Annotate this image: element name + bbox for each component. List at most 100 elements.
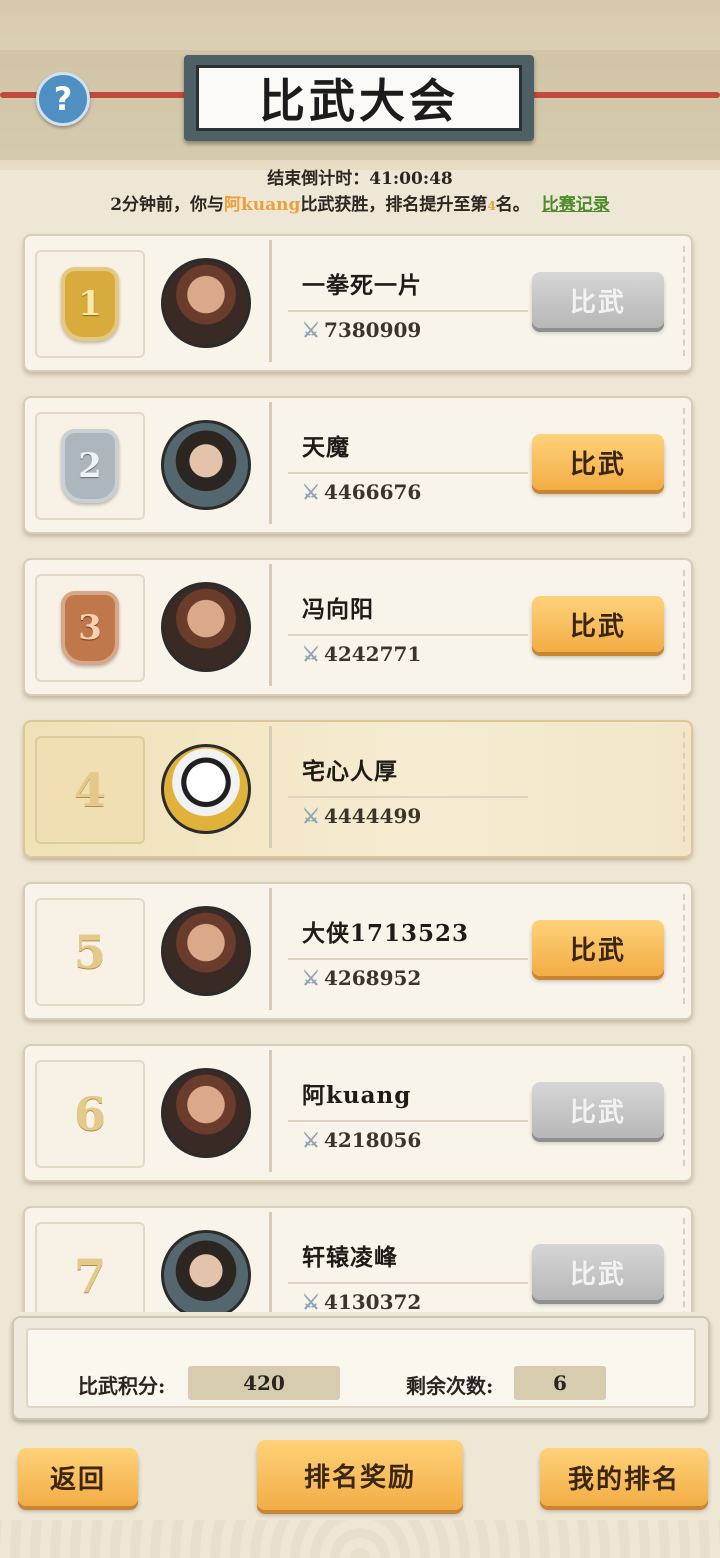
player-avatar[interactable] bbox=[161, 906, 251, 996]
question-icon: ? bbox=[53, 80, 73, 118]
remaining-value: 6 bbox=[514, 1366, 606, 1400]
notice-opponent: 阿kuang bbox=[224, 195, 301, 215]
player-info: 一拳死一片 ⚔ 7380909 比武 bbox=[269, 240, 690, 362]
help-button[interactable]: ? bbox=[36, 72, 90, 126]
ranking-row[interactable]: 6 阿kuang ⚔ 4218056 比武 bbox=[23, 1044, 693, 1182]
challenge-button[interactable]: 比武 bbox=[532, 1244, 664, 1300]
player-name: 冯向阳 bbox=[302, 596, 374, 623]
gold-medal-icon: 1 bbox=[61, 267, 119, 341]
bronze-medal-icon: 3 bbox=[61, 591, 119, 665]
player-info: 轩辕凌峰 ⚔ 4130372 比武 bbox=[269, 1212, 690, 1312]
divider bbox=[288, 958, 528, 960]
player-avatar[interactable] bbox=[161, 1068, 251, 1158]
crossed-swords-icon: ⚔ bbox=[302, 1290, 320, 1312]
title-board: 比武大会 bbox=[184, 55, 534, 141]
divider bbox=[288, 1282, 528, 1284]
rank-badge: 6 bbox=[35, 1060, 145, 1168]
player-power: ⚔ 4218056 bbox=[302, 1128, 421, 1152]
player-avatar[interactable] bbox=[161, 744, 251, 834]
player-power: ⚔ 4130372 bbox=[302, 1290, 421, 1312]
power-value: 7380909 bbox=[323, 318, 422, 342]
player-name: 轩辕凌峰 bbox=[302, 1244, 398, 1271]
ranking-list[interactable]: 1 一拳死一片 ⚔ 7380909 比武 2 天魔 ⚔ 4466676 比武 3 冯向阳 ⚔ 424277… bbox=[0, 230, 720, 1312]
crossed-swords-icon: ⚔ bbox=[302, 480, 320, 504]
ranking-row[interactable]: 7 轩辕凌峰 ⚔ 4130372 比武 bbox=[23, 1206, 693, 1312]
back-button[interactable]: 返回 bbox=[18, 1448, 138, 1506]
crossed-swords-icon: ⚔ bbox=[302, 1128, 320, 1152]
rank-badge: 5 bbox=[35, 898, 145, 1006]
crossed-swords-icon: ⚔ bbox=[302, 966, 320, 990]
rank-rewards-button[interactable]: 排名奖励 bbox=[257, 1440, 463, 1510]
rank-number: 7 bbox=[73, 1249, 106, 1303]
player-power: ⚔ 4444499 bbox=[302, 804, 421, 828]
player-avatar[interactable] bbox=[161, 420, 251, 510]
divider bbox=[288, 472, 528, 474]
divider bbox=[288, 1120, 528, 1122]
power-value: 4218056 bbox=[323, 1128, 422, 1152]
notice-middle: 比武获胜，排名提升至第 bbox=[300, 195, 488, 215]
player-name: 大侠1713523 bbox=[302, 920, 470, 947]
rank-badge: 2 bbox=[35, 412, 145, 520]
crossed-swords-icon: ⚔ bbox=[302, 804, 320, 828]
stats-inner: 比武积分: 420 剩余次数: 6 bbox=[26, 1328, 696, 1408]
power-value: 4242771 bbox=[323, 642, 422, 666]
points-label: 比武积分: bbox=[78, 1374, 166, 1398]
player-info: 阿kuang ⚔ 4218056 比武 bbox=[269, 1050, 690, 1172]
player-name: 一拳死一片 bbox=[302, 272, 422, 299]
divider bbox=[288, 796, 528, 798]
notice-rank: 4 bbox=[487, 199, 496, 213]
player-info: 天魔 ⚔ 4466676 比武 bbox=[269, 402, 690, 524]
player-info: 大侠1713523 ⚔ 4268952 比武 bbox=[269, 888, 690, 1010]
rope-left bbox=[0, 92, 190, 98]
page-title: 比武大会 bbox=[196, 65, 522, 131]
rank-number: 6 bbox=[73, 1087, 106, 1141]
power-value: 4466676 bbox=[323, 480, 422, 504]
rank-badge: 4 bbox=[35, 736, 145, 844]
rank-badge: 7 bbox=[35, 1222, 145, 1312]
crossed-swords-icon: ⚔ bbox=[302, 318, 320, 342]
challenge-button[interactable]: 比武 bbox=[532, 596, 664, 652]
player-info: 冯向阳 ⚔ 4242771 比武 bbox=[269, 564, 690, 686]
remaining-label: 剩余次数: bbox=[406, 1374, 494, 1398]
rank-badge: 1 bbox=[35, 250, 145, 358]
player-avatar[interactable] bbox=[161, 582, 251, 672]
ranking-row[interactable]: 5 大侠1713523 ⚔ 4268952 比武 bbox=[23, 882, 693, 1020]
crossed-swords-icon: ⚔ bbox=[302, 642, 320, 666]
power-value: 4268952 bbox=[323, 966, 422, 990]
ranking-row[interactable]: 1 一拳死一片 ⚔ 7380909 比武 bbox=[23, 234, 693, 372]
match-record-link[interactable]: 比赛记录 bbox=[542, 195, 610, 215]
battle-notice: 2分钟前，你与阿kuang比武获胜，排名提升至第4名。 比赛记录 bbox=[0, 190, 720, 215]
player-avatar[interactable] bbox=[161, 1230, 251, 1312]
divider bbox=[288, 634, 528, 636]
player-name: 天魔 bbox=[302, 434, 350, 461]
countdown-timer: 结束倒计时：41:00:48 bbox=[267, 169, 453, 189]
stats-panel: 比武积分: 420 剩余次数: 6 bbox=[12, 1316, 710, 1420]
power-value: 4444499 bbox=[323, 804, 422, 828]
player-name: 宅心人厚 bbox=[302, 758, 398, 785]
rank-badge: 3 bbox=[35, 574, 145, 682]
my-rank-button[interactable]: 我的排名 bbox=[540, 1448, 708, 1506]
player-power: ⚔ 4242771 bbox=[302, 642, 421, 666]
power-value: 4130372 bbox=[323, 1290, 422, 1312]
ranking-row[interactable]: 2 天魔 ⚔ 4466676 比武 bbox=[23, 396, 693, 534]
challenge-button[interactable]: 比武 bbox=[532, 434, 664, 490]
bottom-cloud-pattern bbox=[0, 1520, 720, 1558]
notice-prefix: 2分钟前，你与 bbox=[110, 195, 225, 215]
player-power: ⚔ 4268952 bbox=[302, 966, 421, 990]
points-value: 420 bbox=[188, 1366, 340, 1400]
ranking-row[interactable]: 3 冯向阳 ⚔ 4242771 比武 bbox=[23, 558, 693, 696]
divider bbox=[288, 310, 528, 312]
rank-number: 4 bbox=[73, 763, 106, 817]
rope-right bbox=[528, 92, 720, 98]
player-name: 阿kuang bbox=[302, 1082, 412, 1109]
player-avatar[interactable] bbox=[161, 258, 251, 348]
player-info: 宅心人厚 ⚔ 4444499 bbox=[269, 726, 690, 848]
challenge-button[interactable]: 比武 bbox=[532, 1082, 664, 1138]
player-power: ⚔ 4466676 bbox=[302, 480, 421, 504]
notice-suffix: 名。 bbox=[495, 195, 530, 215]
silver-medal-icon: 2 bbox=[61, 429, 119, 503]
player-power: ⚔ 7380909 bbox=[302, 318, 421, 342]
challenge-button[interactable]: 比武 bbox=[532, 272, 664, 328]
challenge-button[interactable]: 比武 bbox=[532, 920, 664, 976]
ranking-row[interactable]: 4 宅心人厚 ⚔ 4444499 bbox=[23, 720, 693, 858]
